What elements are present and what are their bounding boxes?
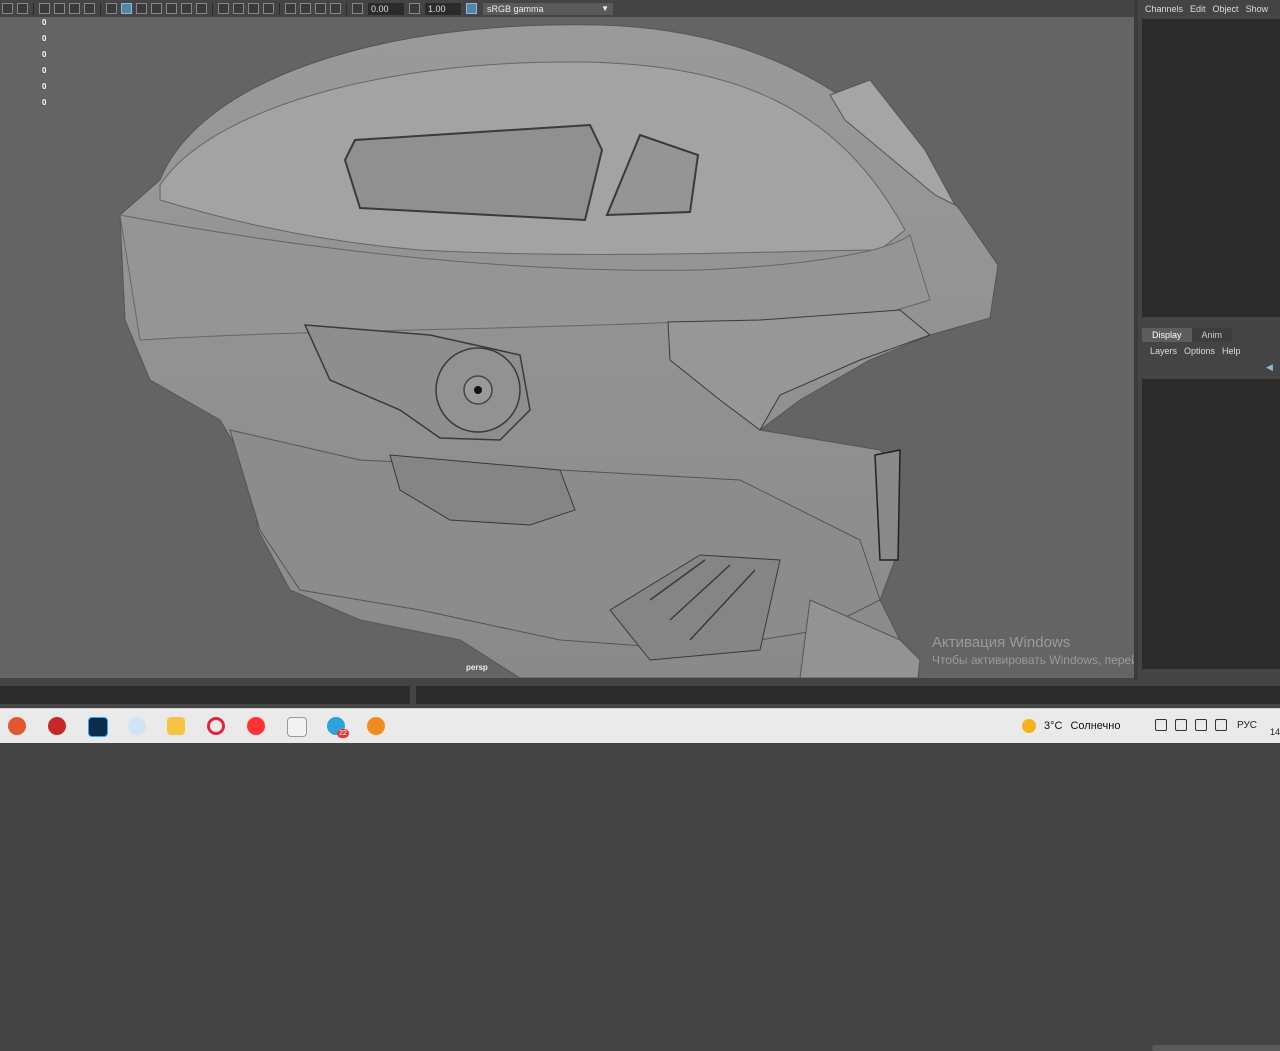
wireframe-on-shaded-icon[interactable]: [151, 3, 162, 14]
chevron-up-icon[interactable]: [1155, 719, 1167, 731]
grid-icon[interactable]: [54, 3, 65, 14]
camera-attributes-icon[interactable]: [2, 3, 13, 14]
windows-taskbar: 22 3°C Солнечно РУС 14: [0, 708, 1280, 743]
mel-command-input[interactable]: [0, 686, 410, 704]
toolbar-divider: [279, 2, 280, 15]
menu-help[interactable]: Help: [1222, 342, 1241, 360]
multisample-aa-icon[interactable]: [248, 3, 259, 14]
view-transform-label: sRGB gamma: [487, 3, 544, 14]
telegram-unread-badge: 22: [337, 729, 349, 738]
opera-icon[interactable]: [207, 717, 225, 735]
resolution-gate-icon[interactable]: [84, 3, 95, 14]
toolbar-divider: [346, 2, 347, 15]
menu-channels[interactable]: Channels: [1145, 0, 1183, 18]
wireframe-icon[interactable]: [106, 3, 117, 14]
screen-space-ao-icon[interactable]: [218, 3, 229, 14]
taskbar-app-icon[interactable]: [8, 717, 26, 735]
motion-blur-icon[interactable]: [233, 3, 244, 14]
tab-display[interactable]: Display: [1142, 328, 1192, 342]
image-plane-icon[interactable]: [39, 3, 50, 14]
command-result-field: [416, 686, 1280, 704]
menu-show[interactable]: Show: [1246, 0, 1269, 18]
language-indicator[interactable]: РУС: [1237, 720, 1257, 731]
taskbar-app-icon[interactable]: [128, 717, 146, 735]
view-transform-dropdown[interactable]: sRGB gamma ▼: [483, 2, 613, 15]
menu-options[interactable]: Options: [1184, 342, 1215, 360]
menu-object[interactable]: Object: [1213, 0, 1239, 18]
gamma-field[interactable]: 1.00: [425, 2, 461, 15]
gamma-icon[interactable]: [409, 3, 420, 14]
hud-value: 0: [42, 18, 47, 27]
shadows-icon[interactable]: [196, 3, 207, 14]
clock[interactable]: 14: [1270, 727, 1280, 737]
layer-editor-tabs: Display Anim: [1142, 328, 1233, 342]
viewport-toolbar: 0.00 1.00 sRGB gamma ▼: [0, 0, 1134, 17]
layer-scrollbar[interactable]: [1152, 1045, 1280, 1051]
yandex-browser-icon[interactable]: [247, 717, 265, 735]
hud-readout: 0 0 0 0 0 0: [42, 17, 46, 113]
network-icon[interactable]: [1175, 719, 1187, 731]
toolbar-divider: [212, 2, 213, 15]
lights-icon[interactable]: [181, 3, 192, 14]
activation-subtitle: Чтобы активировать Windows, перейдите в …: [932, 653, 1134, 667]
taskbar-app-icon[interactable]: [48, 717, 66, 735]
exposure-field[interactable]: 0.00: [368, 2, 404, 15]
command-bar: [0, 680, 1280, 708]
smooth-shade-icon[interactable]: [121, 3, 132, 14]
isolate-select-icon[interactable]: [285, 3, 296, 14]
menu-edit[interactable]: Edit: [1190, 0, 1206, 18]
toolbar-divider: [100, 2, 101, 15]
hud-value: 0: [42, 50, 47, 59]
file-explorer-icon[interactable]: [167, 717, 185, 735]
default-material-icon[interactable]: [136, 3, 147, 14]
weather-temperature: 3°C: [1044, 720, 1063, 732]
bookmark-icon[interactable]: [17, 3, 28, 14]
activation-title: Активация Windows: [932, 634, 1071, 651]
pen-icon[interactable]: [1215, 719, 1227, 731]
chevron-down-icon: ▼: [601, 3, 609, 13]
toolbar-divider: [33, 2, 34, 15]
camera-name-label: persp: [466, 663, 488, 672]
tab-anim[interactable]: Anim: [1191, 328, 1233, 342]
film-gate-icon[interactable]: [69, 3, 80, 14]
layer-editor-menu: Layers Options Help: [1143, 342, 1241, 360]
color-management-icon[interactable]: [466, 3, 477, 14]
xray-active-components-icon[interactable]: [315, 3, 326, 14]
photoshop-icon[interactable]: [88, 717, 108, 737]
system-tray: РУС: [1155, 719, 1257, 731]
blender-icon[interactable]: [367, 717, 385, 735]
menu-layers[interactable]: Layers: [1150, 342, 1177, 360]
hud-value: 0: [42, 98, 47, 107]
windows-activation-watermark: Активация Windows Чтобы активировать Win…: [932, 634, 1134, 667]
depth-of-field-icon[interactable]: [263, 3, 274, 14]
layer-list-area[interactable]: [1142, 379, 1280, 1051]
exposure-icon[interactable]: [352, 3, 363, 14]
weather-condition: Солнечно: [1070, 720, 1121, 732]
channel-box-panel: Channels Edit Object Show Display Anim L…: [1134, 0, 1280, 1051]
weather-widget[interactable]: 3°C Солнечно: [1022, 719, 1120, 733]
hud-value: 0: [42, 82, 47, 91]
helmet-model: [119, 24, 999, 678]
layer-options-arrow-icon[interactable]: ◀: [1266, 362, 1273, 373]
xray-joints-icon[interactable]: [330, 3, 341, 14]
channel-box-area[interactable]: [1142, 19, 1280, 317]
xray-icon[interactable]: [300, 3, 311, 14]
volume-icon[interactable]: [1195, 719, 1207, 731]
zbrush-icon[interactable]: [287, 717, 307, 737]
hud-value: 0: [42, 34, 47, 43]
viewport-3d[interactable]: 0 0 0 0 0 0 persp Активация Windows Чтоб…: [0, 17, 1134, 678]
textured-icon[interactable]: [166, 3, 177, 14]
hud-value: 0: [42, 66, 47, 75]
channel-box-menu: Channels Edit Object Show: [1138, 0, 1280, 18]
sun-icon: [1022, 719, 1036, 733]
